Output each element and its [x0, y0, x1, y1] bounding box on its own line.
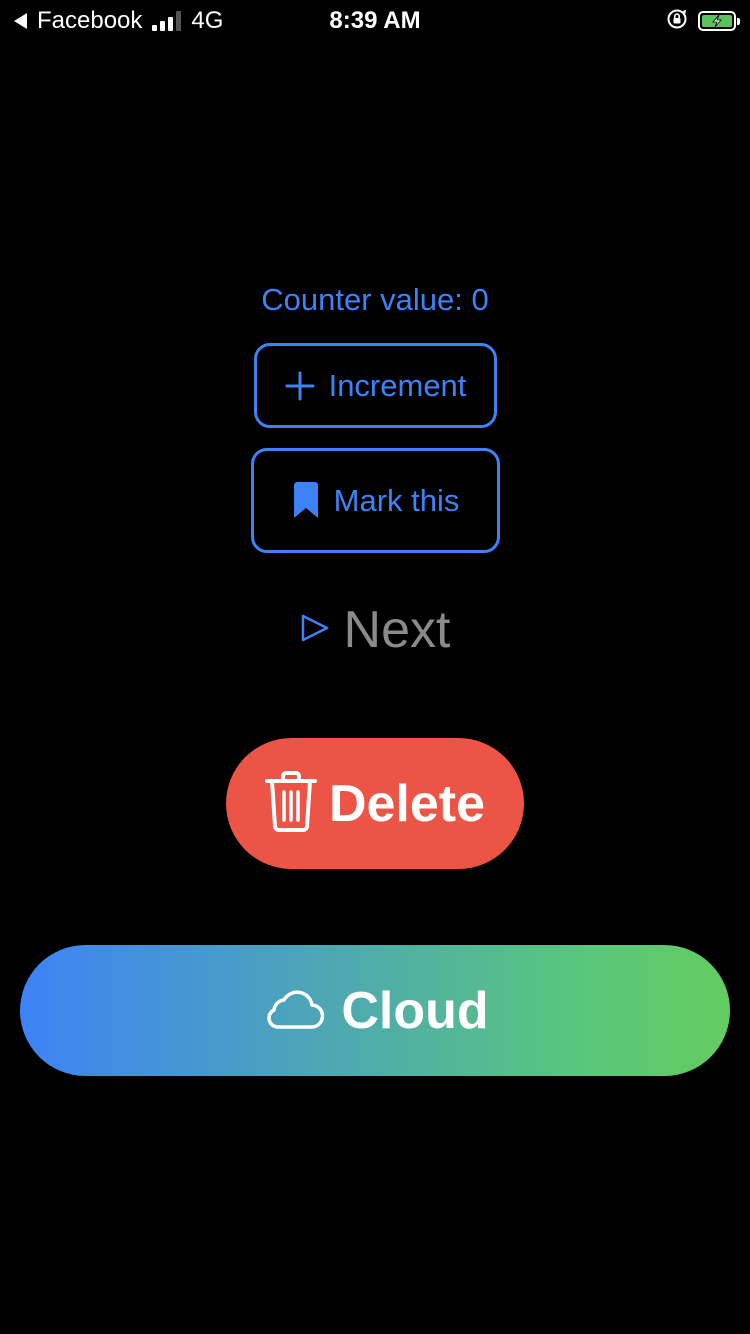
- battery-level: [702, 15, 732, 27]
- status-right: [666, 6, 740, 36]
- bookmark-icon: [292, 481, 320, 520]
- orientation-lock-icon: [666, 8, 688, 35]
- mark-this-button[interactable]: Mark this: [251, 448, 500, 553]
- cloud-label: Cloud: [341, 981, 489, 1040]
- trash-icon: [264, 770, 317, 837]
- increment-label: Increment: [328, 367, 467, 403]
- delete-button[interactable]: Delete: [226, 738, 524, 869]
- delete-label: Delete: [328, 774, 486, 833]
- next-button[interactable]: Next: [0, 600, 750, 660]
- increment-button[interactable]: Increment: [254, 343, 497, 428]
- status-bar: Facebook 4G 8:39 AM: [0, 0, 750, 40]
- play-outline-icon: [300, 613, 330, 648]
- mark-this-label: Mark this: [333, 482, 460, 518]
- battery-icon: [698, 11, 740, 31]
- plus-icon: [285, 371, 315, 401]
- cloud-icon: [261, 986, 325, 1035]
- cloud-button[interactable]: Cloud: [20, 945, 730, 1076]
- counter-value-label: Counter value: 0: [261, 282, 489, 317]
- next-label: Next: [343, 601, 451, 659]
- status-time: 8:39 AM: [329, 7, 421, 34]
